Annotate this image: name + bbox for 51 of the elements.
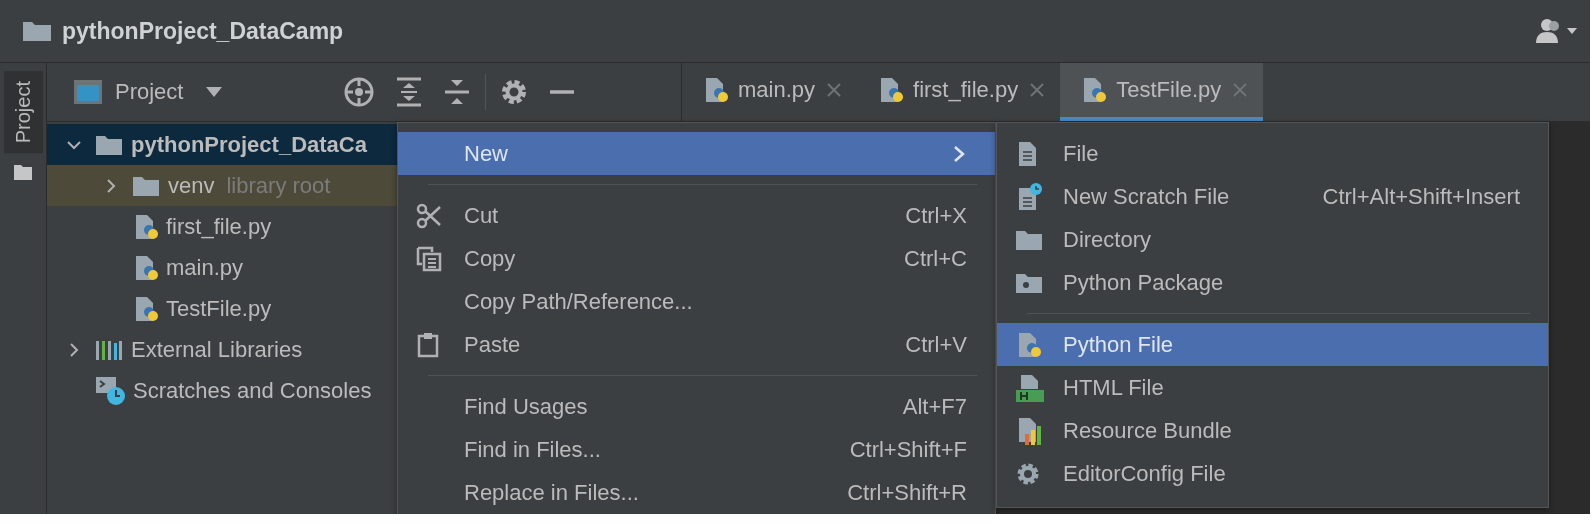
menu-item[interactable]: Paste Ctrl+V <box>398 323 995 366</box>
clipboard-icon <box>416 331 440 358</box>
menu-item[interactable]: New <box>398 132 995 175</box>
menu-item[interactable]: EditorConfig File <box>997 452 1548 495</box>
tree-item[interactable]: venv library root <box>47 165 397 206</box>
tree-item-hint: library root <box>226 172 331 199</box>
window-title: pythonProject_DataCamp <box>62 17 345 45</box>
html-file-icon <box>1015 372 1045 403</box>
scissors-icon <box>416 202 442 229</box>
tree-item[interactable]: first_file.py <box>47 206 397 247</box>
menu-item[interactable]: Directory <box>997 218 1548 261</box>
shortcut-label: Ctrl+Alt+Shift+Insert <box>1322 183 1520 210</box>
tree-item[interactable]: External Libraries <box>47 329 397 370</box>
tree-item[interactable]: Scratches and Consoles <box>47 370 397 411</box>
tree-item[interactable]: main.py <box>47 247 397 288</box>
tree-item[interactable]: TestFile.py <box>47 288 397 329</box>
menu-item[interactable]: Copy Path/Reference... <box>398 280 995 323</box>
expand-all-icon[interactable] <box>395 77 424 107</box>
editor-tab[interactable]: main.py <box>682 63 858 121</box>
project-view-title[interactable]: Project <box>115 79 184 105</box>
menu-item[interactable]: Python Package <box>997 261 1548 304</box>
shortcut-label: Ctrl+Shift+R <box>847 479 967 506</box>
collapse-all-icon[interactable] <box>443 77 472 107</box>
folder-icon <box>13 163 33 182</box>
menu-item[interactable]: Copy Ctrl+C <box>398 237 995 280</box>
menu-item[interactable]: Resource Bundle <box>997 409 1548 452</box>
shortcut-label: Ctrl+C <box>904 245 967 272</box>
menu-item[interactable]: Python File <box>997 323 1548 366</box>
gear-icon[interactable] <box>500 78 529 106</box>
shortcut-label: Alt+F7 <box>902 393 967 420</box>
menu-item[interactable]: New Scratch File Ctrl+Alt+Shift+Insert <box>997 175 1548 218</box>
project-tool-tab[interactable]: Project <box>3 71 43 154</box>
editor-tab[interactable]: first_file.py <box>857 63 1061 121</box>
project-window-icon <box>73 79 103 105</box>
menu-item[interactable]: File <box>997 132 1548 175</box>
folder-icon <box>22 19 52 43</box>
editor-tab[interactable]: TestFile.py <box>1060 63 1264 121</box>
menu-item[interactable]: Cut Ctrl+X <box>398 194 995 237</box>
copy-icon <box>416 245 442 272</box>
menu-item[interactable]: Find in Files... Ctrl+Shift+F <box>398 428 995 471</box>
crosshair-icon[interactable] <box>343 76 376 108</box>
menu-item[interactable]: Replace in Files... Ctrl+Shift+R <box>398 471 995 514</box>
shortcut-label: Ctrl+X <box>905 202 967 229</box>
user-menu-icon[interactable] <box>1534 17 1578 45</box>
shortcut-label: Ctrl+V <box>905 331 967 358</box>
tree-item[interactable]: pythonProject_DataCa <box>47 124 397 165</box>
menu-item[interactable]: HTML File <box>997 366 1548 409</box>
caret-down-icon[interactable] <box>205 86 224 98</box>
shortcut-label: Ctrl+Shift+F <box>849 436 967 463</box>
menu-item[interactable]: Find Usages Alt+F7 <box>398 385 995 428</box>
scratches-icon <box>95 375 125 406</box>
